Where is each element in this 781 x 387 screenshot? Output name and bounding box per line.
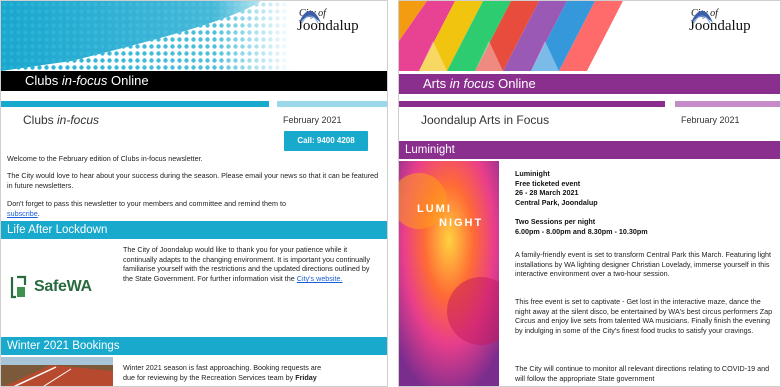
- winter-bookings-photo: [1, 357, 113, 386]
- luminight-poster-image: LUMI NIGHT: [399, 161, 499, 386]
- event-type: Free ticketed event: [515, 178, 581, 188]
- arts-newsletter-panel: City of Joondalup Arts in focus Online J…: [398, 0, 781, 387]
- city-of-joondalup-logo: City of Joondalup: [689, 9, 751, 34]
- title-suffix: Online: [107, 73, 149, 88]
- event-dates: 26 - 28 March 2021: [515, 188, 579, 198]
- winter-text-line1: Winter 2021 season is fast approaching. …: [123, 363, 322, 372]
- page-subhead: Joondalup Arts in Focus: [421, 113, 550, 127]
- city-website-link[interactable]: City's website.: [297, 274, 343, 283]
- accent-strip-dark: [399, 101, 665, 107]
- subscribe-tail: .: [37, 208, 40, 218]
- clubs-header-banner: City of Joondalup: [1, 1, 387, 71]
- section-luminight: Luminight: [399, 141, 780, 159]
- safewa-logo: SafeWA: [9, 273, 105, 301]
- lockdown-text: The City of Joondalup would like to than…: [123, 245, 381, 284]
- luminight-para1: A family-friendly event is set to transf…: [515, 250, 772, 279]
- forward-text-body: Don't forget to pass this newsletter to …: [7, 199, 287, 208]
- page-subhead: Clubs in-focus: [23, 113, 99, 127]
- title-suffix: Online: [494, 76, 536, 91]
- luminight-para2: This free event is set to captivate - Ge…: [515, 297, 773, 336]
- clubs-newsletter-panel: City of Joondalup Clubs in-focus Online …: [0, 0, 388, 387]
- subhead-em: in-focus: [57, 113, 100, 127]
- luminight-gradient-graphic: [399, 161, 499, 386]
- title-main: Arts: [423, 76, 450, 91]
- accent-strip-dark: [1, 101, 269, 107]
- safewa-text: SafeWA: [34, 278, 92, 295]
- accent-strip-light: [675, 101, 780, 107]
- lumi-text-line2: NIGHT: [439, 217, 484, 229]
- title-em: in focus: [449, 76, 495, 91]
- issue-date: February 2021: [283, 115, 342, 125]
- luminight-para3: The City will continue to monitor all re…: [515, 364, 770, 383]
- sports-field-image: [1, 357, 113, 386]
- city-of-joondalup-logo: City of Joondalup: [297, 9, 359, 34]
- crest-icon: [299, 11, 321, 24]
- event-sessions-times: 6.00pm - 8.00pm and 8.30pm - 10.30pm: [515, 226, 648, 236]
- event-name: Luminight: [515, 169, 550, 178]
- event-sessions-title: Two Sessions per night: [515, 216, 596, 226]
- newsletter-titlebar: Clubs in-focus Online: [1, 71, 387, 91]
- subscribe-link[interactable]: subscribe: [7, 209, 38, 218]
- issue-date: February 2021: [681, 115, 740, 125]
- section-life-after-lockdown: Life After Lockdown: [1, 221, 387, 239]
- winter-text: Winter 2021 season is fast approaching. …: [123, 363, 385, 382]
- title-main: Clubs: [25, 73, 62, 88]
- event-details: Luminight Free ticketed event 26 - 28 Ma…: [515, 169, 775, 236]
- welcome-text: Welcome to the February edition of Clubs…: [7, 154, 203, 163]
- arts-header-banner: City of Joondalup: [399, 1, 780, 71]
- winter-text-line2: due for reviewing by the Recreation Serv…: [123, 372, 296, 382]
- title-em: in-focus: [61, 73, 108, 88]
- crest-icon: [691, 11, 713, 24]
- newsletter-titlebar: Arts in focus Online: [399, 74, 780, 94]
- accent-strip-light: [277, 101, 387, 107]
- safewa-phone-icon: [10, 275, 27, 299]
- lumi-text-line1: LUMI: [417, 203, 452, 215]
- subhead-main: Clubs: [23, 113, 58, 127]
- success-text: The City would love to hear about your s…: [7, 171, 379, 190]
- winter-text-bold: Friday: [295, 372, 317, 382]
- call-button[interactable]: Call: 9400 4208: [284, 131, 368, 151]
- forward-text: Don't forget to pass this newsletter to …: [7, 199, 307, 218]
- section-winter-bookings: Winter 2021 Bookings: [1, 337, 387, 355]
- event-venue: Central Park, Joondalup: [515, 198, 598, 208]
